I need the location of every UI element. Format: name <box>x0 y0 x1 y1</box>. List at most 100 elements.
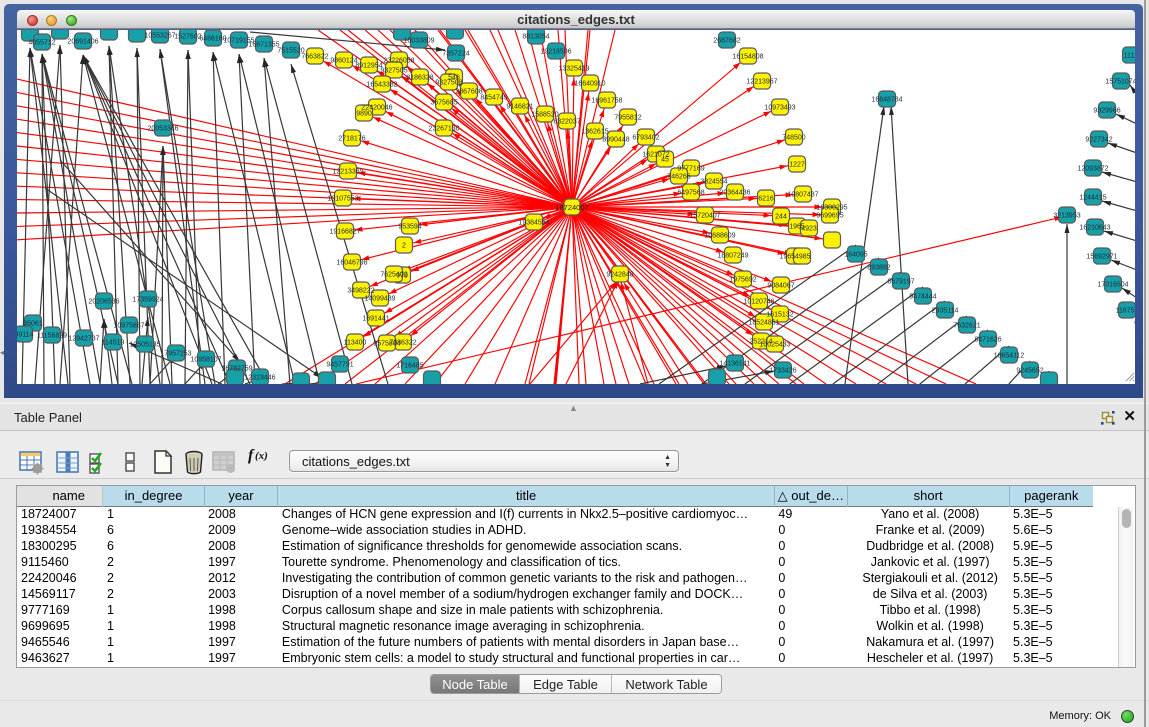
svg-text:12942737: 12942737 <box>68 335 99 342</box>
svg-text:4055712: 4055712 <box>28 39 55 46</box>
svg-text:7955812: 7955812 <box>614 114 641 121</box>
svg-text:16961758: 16961758 <box>591 97 622 104</box>
svg-text:10553267: 10553267 <box>144 32 175 39</box>
svg-text:10975887: 10975887 <box>113 322 144 329</box>
svg-text:9242848: 9242848 <box>606 271 633 278</box>
svg-text:12505135: 12505135 <box>129 341 160 348</box>
svg-text:8454749: 8454749 <box>480 94 507 101</box>
svg-text:12213369: 12213369 <box>332 168 363 175</box>
svg-text:10807487: 10807487 <box>787 191 818 198</box>
svg-text:16154808: 16154808 <box>732 53 763 60</box>
svg-text:10107553: 10107553 <box>327 195 358 202</box>
svg-text:953594: 953594 <box>398 223 421 230</box>
svg-text:17957253: 17957253 <box>160 350 191 357</box>
svg-text:1733426: 1733426 <box>769 367 796 374</box>
svg-text:18807249: 18807249 <box>717 252 748 259</box>
svg-text:9777169: 9777169 <box>677 165 704 172</box>
svg-text:748500: 748500 <box>782 134 805 141</box>
svg-text:9699695: 9699695 <box>816 212 843 219</box>
svg-text:(x): (x) <box>255 450 268 462</box>
svg-text:1244415: 1244415 <box>1079 194 1106 201</box>
svg-text:10120746: 10120746 <box>743 298 774 305</box>
svg-text:9457791: 9457791 <box>326 361 353 368</box>
svg-text:19166827: 19166827 <box>329 228 360 235</box>
svg-text:7663822: 7663822 <box>301 53 328 60</box>
svg-text:20691406: 20691406 <box>67 38 98 45</box>
svg-text:15692971: 15692971 <box>1086 253 1117 260</box>
svg-text:9084067: 9084067 <box>767 282 794 289</box>
svg-text:8990448: 8990448 <box>602 136 629 143</box>
svg-text:3824554: 3824554 <box>700 178 727 185</box>
svg-text:19218506: 19218506 <box>540 48 571 55</box>
svg-text:18524861: 18524861 <box>748 319 779 326</box>
svg-text:7632621: 7632621 <box>953 322 980 329</box>
svg-text:12323446: 12323446 <box>244 374 275 381</box>
svg-text:1588520: 1588520 <box>531 111 558 118</box>
svg-text:164095: 164095 <box>844 251 867 258</box>
svg-text:16671355: 16671355 <box>248 41 279 48</box>
svg-text:45: 45 <box>661 156 669 163</box>
svg-text:9227342: 9227342 <box>1085 136 1112 143</box>
svg-text:35061: 35061 <box>23 320 43 327</box>
svg-text:9890: 9890 <box>356 110 372 117</box>
svg-text:f: f <box>248 447 255 464</box>
svg-text:3498222: 3498222 <box>347 287 374 294</box>
svg-text:7625402: 7625402 <box>380 271 407 278</box>
svg-text:15751074: 15751074 <box>1105 78 1135 85</box>
svg-text:1691441: 1691441 <box>362 315 389 322</box>
svg-text:8186328: 8186328 <box>406 74 433 81</box>
svg-text:2687682: 2687682 <box>713 37 740 44</box>
svg-text:12093872: 12093872 <box>1077 165 1108 172</box>
svg-text:6793402: 6793402 <box>632 134 659 141</box>
svg-text:16210643: 16210643 <box>1079 224 1110 231</box>
svg-text:18724007: 18724007 <box>555 203 588 212</box>
svg-text:9146821: 9146821 <box>506 103 533 110</box>
svg-text:3213953: 3213953 <box>1053 212 1080 219</box>
svg-text:6497568: 6497568 <box>677 189 704 196</box>
svg-text:13325419: 13325419 <box>558 65 589 72</box>
svg-text:15720407: 15720407 <box>689 212 720 219</box>
svg-text:10654112: 10654112 <box>994 352 1025 359</box>
svg-text:23267130: 23267130 <box>428 125 459 132</box>
svg-text:20364436: 20364436 <box>719 189 750 196</box>
svg-text:19654985: 19654985 <box>779 253 810 260</box>
svg-text:9327505: 9327505 <box>380 67 407 74</box>
svg-text:12213967: 12213967 <box>746 78 777 85</box>
svg-text:10958107: 10958107 <box>190 356 221 363</box>
svg-text:9245652: 9245652 <box>1016 367 1043 374</box>
svg-text:10973493: 10973493 <box>764 104 795 111</box>
svg-text:39114: 39114 <box>17 331 34 338</box>
svg-text:2: 2 <box>402 242 406 249</box>
svg-text:9327508: 9327508 <box>435 79 462 86</box>
svg-text:244: 244 <box>775 213 787 220</box>
svg-text:9575864: 9575864 <box>373 340 400 347</box>
svg-text:20206536: 20206536 <box>88 298 119 305</box>
svg-text:18300295: 18300295 <box>816 204 847 211</box>
svg-text:11156829: 11156829 <box>37 332 67 339</box>
svg-text:1975692: 1975692 <box>729 276 756 283</box>
svg-text:16033809: 16033809 <box>403 37 434 44</box>
svg-text:114519: 114519 <box>102 339 125 346</box>
svg-text:10025433: 10025433 <box>759 341 790 348</box>
svg-text:16046798: 16046798 <box>336 259 367 266</box>
svg-text:1227: 1227 <box>789 161 805 168</box>
svg-text:893892: 893892 <box>867 264 890 271</box>
svg-text:20053346: 20053346 <box>147 125 178 132</box>
svg-text:23226058: 23226058 <box>383 57 414 64</box>
svg-text:9474444: 9474444 <box>909 293 936 300</box>
svg-text:1112: 1112 <box>1124 52 1135 59</box>
svg-text:8813054: 8813054 <box>522 33 549 40</box>
svg-text:14136141: 14136141 <box>719 360 750 367</box>
svg-text:10688609: 10688609 <box>704 232 735 239</box>
svg-text:116753: 116753 <box>1116 307 1135 314</box>
svg-text:113400: 113400 <box>344 339 367 346</box>
svg-text:16640910: 16640910 <box>574 80 605 87</box>
svg-text:3675685: 3675685 <box>430 99 457 106</box>
svg-text:14099489: 14099489 <box>364 295 395 302</box>
svg-text:6216: 6216 <box>758 195 774 202</box>
svg-text:9329966: 9329966 <box>1093 107 1120 114</box>
svg-text:1362615: 1362615 <box>581 128 608 135</box>
svg-text:17016504: 17016504 <box>1097 281 1128 288</box>
svg-text:6679197: 6679197 <box>887 278 914 285</box>
svg-text:19384554: 19384554 <box>518 219 549 226</box>
